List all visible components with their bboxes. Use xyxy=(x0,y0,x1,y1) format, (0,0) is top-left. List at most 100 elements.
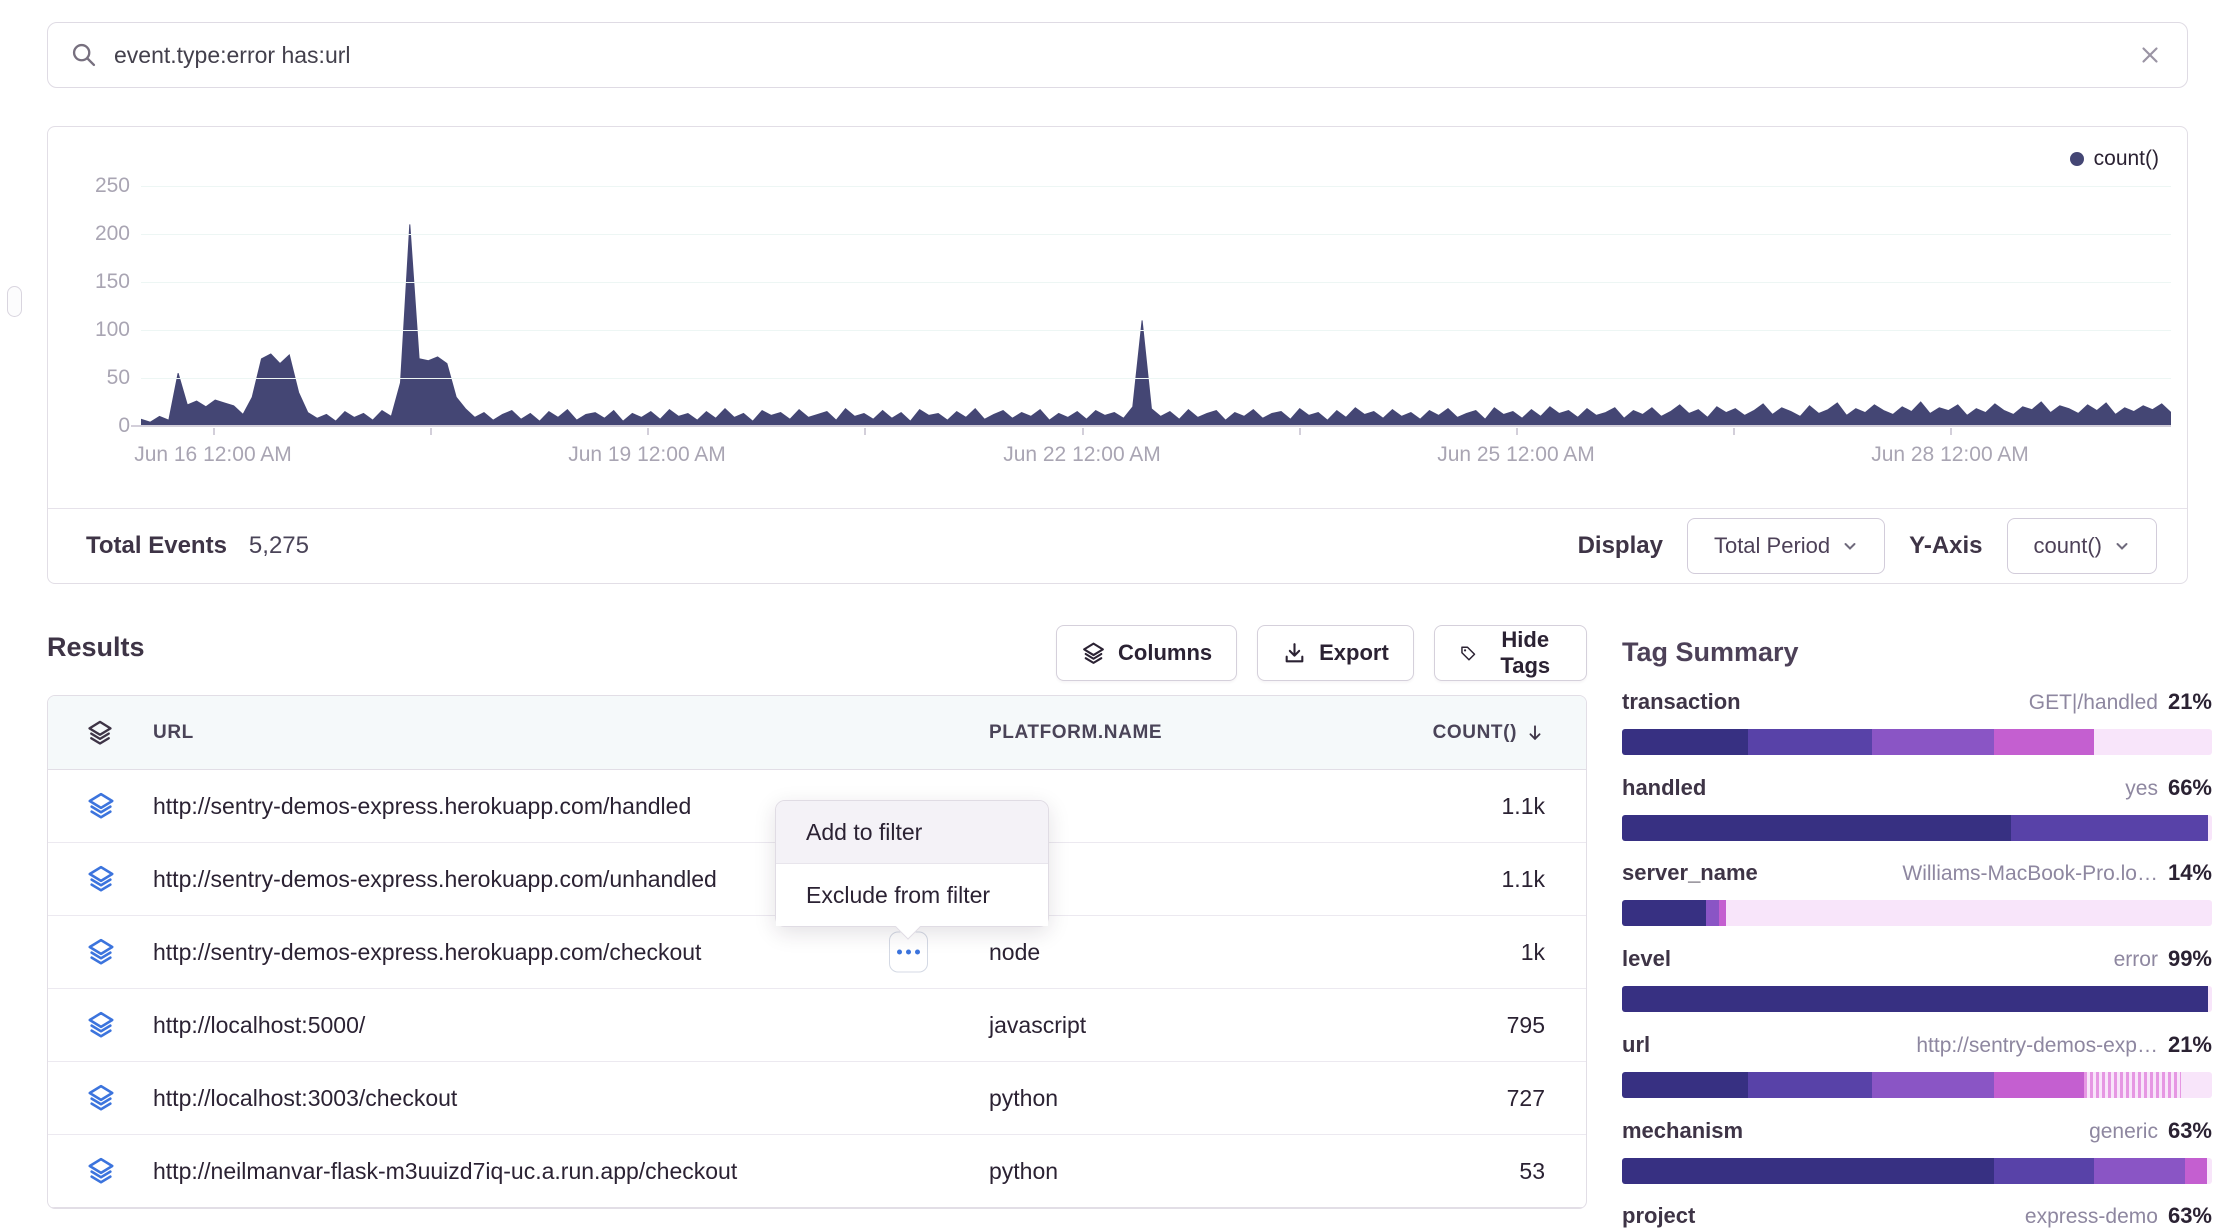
y-tick-label: 50 xyxy=(107,366,130,390)
tag-bar-segment[interactable] xyxy=(1994,729,2094,755)
tag-bar-segment[interactable] xyxy=(1622,815,2011,841)
row-layers-icon xyxy=(48,1010,153,1040)
tag-bar-segment[interactable] xyxy=(2094,729,2212,755)
y-tick-label: 200 xyxy=(95,222,130,246)
tag-distribution-bar[interactable] xyxy=(1622,900,2212,926)
chart-x-axis: Jun 16 12:00 AMJun 19 12:00 AMJun 22 12:… xyxy=(141,443,2171,473)
url-cell[interactable]: http://localhost:3003/checkout xyxy=(153,1085,989,1112)
platform-cell: python xyxy=(989,1085,1349,1112)
export-button[interactable]: Export xyxy=(1257,625,1414,681)
tag-bar-segment[interactable] xyxy=(2084,1072,2181,1098)
tag-bar-segment[interactable] xyxy=(1994,1072,2084,1098)
tag-summary-panel: Tag Summary transactionGET|/handled21%ha… xyxy=(1622,637,2212,668)
tag-bar-segment[interactable] xyxy=(2208,815,2212,841)
x-tick-label: Jun 19 12:00 AM xyxy=(568,443,726,467)
tag-distribution-bar[interactable] xyxy=(1622,815,2212,841)
url-cell[interactable]: http://neilmanvar-flask-m3uuizd7iq-uc.a.… xyxy=(153,1158,989,1185)
tag-bar-segment[interactable] xyxy=(1622,1072,1748,1098)
tag-bar-segment[interactable] xyxy=(2094,1158,2185,1184)
x-tick-mark xyxy=(430,428,432,435)
table-row[interactable]: http://neilmanvar-flask-m3uuizd7iq-uc.a.… xyxy=(48,1135,1586,1208)
gridline xyxy=(141,330,2171,331)
tag-distribution-bar[interactable] xyxy=(1622,729,2212,755)
yaxis-dropdown[interactable]: count() xyxy=(2007,518,2157,574)
tag-name: mechanism xyxy=(1622,1118,1743,1144)
tag-bar-segment[interactable] xyxy=(1748,729,1872,755)
tag-top-value: yes xyxy=(2125,777,2158,801)
gridline xyxy=(141,186,2171,187)
search-input[interactable]: event.type:error has:url xyxy=(114,42,2137,69)
url-cell[interactable]: http://localhost:5000/ xyxy=(153,1012,989,1039)
count-cell: 795 xyxy=(1349,1012,1586,1039)
tag-bar-segment[interactable] xyxy=(2181,1072,2212,1098)
columns-button[interactable]: Columns xyxy=(1056,625,1237,681)
clear-search-icon[interactable] xyxy=(2137,42,2163,68)
tag-bar-segment[interactable] xyxy=(1748,1072,1872,1098)
url-cell[interactable]: http://sentry-demos-express.herokuapp.co… xyxy=(153,939,989,966)
tag-bar-segment[interactable] xyxy=(2185,1158,2206,1184)
tag-top-percentage: 66% xyxy=(2168,775,2212,801)
tag-bar-segment[interactable] xyxy=(2011,815,2207,841)
tag-distribution-bar[interactable] xyxy=(1622,986,2212,1012)
tag-bar-segment[interactable] xyxy=(2208,986,2212,1012)
tag-bar-segment[interactable] xyxy=(1872,729,1994,755)
column-header-url[interactable]: URL xyxy=(153,722,989,744)
layers-icon xyxy=(86,937,116,967)
count-cell: 53 xyxy=(1349,1158,1586,1185)
tag-bar-segment[interactable] xyxy=(1994,1158,2094,1184)
tag-row-server_name: server_nameWilliams-MacBook-Pro.lo…14% xyxy=(1622,860,2212,926)
export-icon xyxy=(1282,641,1307,666)
search-bar[interactable]: event.type:error has:url xyxy=(47,22,2188,88)
menu-item-add-to-filter[interactable]: Add to filter xyxy=(776,801,1048,863)
layers-icon xyxy=(86,1010,116,1040)
row-layers-icon xyxy=(48,864,153,894)
cell-actions-menu: Add to filterExclude from filter xyxy=(775,800,1049,927)
display-dropdown[interactable]: Total Period xyxy=(1687,518,1885,574)
results-title: Results xyxy=(47,632,145,663)
row-layers-icon xyxy=(48,791,153,821)
table-row[interactable]: http://localhost:5000/javascript795 xyxy=(48,989,1586,1062)
tag-bar-segment[interactable] xyxy=(1726,900,2212,926)
legend-dot-icon xyxy=(2070,152,2084,166)
sidebar-drag-handle[interactable] xyxy=(7,286,22,317)
tag-bar-segment[interactable] xyxy=(1622,900,1706,926)
results-toolbar: Columns Export Hide Tags xyxy=(1056,625,1587,681)
x-tick-mark xyxy=(1733,428,1735,435)
x-tick-label: Jun 16 12:00 AM xyxy=(134,443,292,467)
menu-item-exclude-from-filter[interactable]: Exclude from filter xyxy=(776,864,1048,926)
count-cell: 727 xyxy=(1349,1085,1586,1112)
platform-cell: python xyxy=(989,1158,1349,1185)
tag-bar-segment[interactable] xyxy=(1622,986,2208,1012)
tag-icon xyxy=(1459,641,1477,666)
tag-name: project xyxy=(1622,1203,1695,1229)
gridline xyxy=(141,378,2171,379)
column-header-count[interactable]: COUNT() xyxy=(1349,722,1586,744)
tag-name: url xyxy=(1622,1032,1650,1058)
tag-name: handled xyxy=(1622,775,1706,801)
tag-top-percentage: 63% xyxy=(2168,1203,2212,1229)
tag-summary-title: Tag Summary xyxy=(1622,637,2212,668)
y-tick-label: 100 xyxy=(95,318,130,342)
tag-row-mechanism: mechanismgeneric63% xyxy=(1622,1118,2212,1184)
column-header-platform[interactable]: PLATFORM.NAME xyxy=(989,722,1349,744)
chevron-down-icon xyxy=(2114,538,2130,554)
tag-bar-segment[interactable] xyxy=(1622,729,1748,755)
tag-distribution-bar[interactable] xyxy=(1622,1072,2212,1098)
tag-top-percentage: 21% xyxy=(2168,1032,2212,1058)
tag-top-value: http://sentry-demos-exp… xyxy=(1916,1034,2158,1058)
tag-bar-segment[interactable] xyxy=(1622,1158,1994,1184)
chart-legend[interactable]: count() xyxy=(2070,147,2159,171)
tag-top-percentage: 63% xyxy=(2168,1118,2212,1144)
tag-distribution-bar[interactable] xyxy=(1622,1158,2212,1184)
tag-bar-segment[interactable] xyxy=(1719,900,1726,926)
x-tick-mark xyxy=(1516,428,1518,435)
tag-bar-segment[interactable] xyxy=(1706,900,1720,926)
table-row[interactable]: http://localhost:3003/checkoutpython727 xyxy=(48,1062,1586,1135)
row-layers-icon xyxy=(48,1156,153,1186)
count-cell: 1k xyxy=(1349,939,1586,966)
tag-bar-segment[interactable] xyxy=(1872,1072,1995,1098)
tag-row-url: url http://sentry-demos-exp… 21% xyxy=(1622,1032,2212,1098)
x-tick-mark xyxy=(1950,428,1952,435)
tag-bar-segment[interactable] xyxy=(2207,1158,2212,1184)
hide-tags-button[interactable]: Hide Tags xyxy=(1434,625,1587,681)
